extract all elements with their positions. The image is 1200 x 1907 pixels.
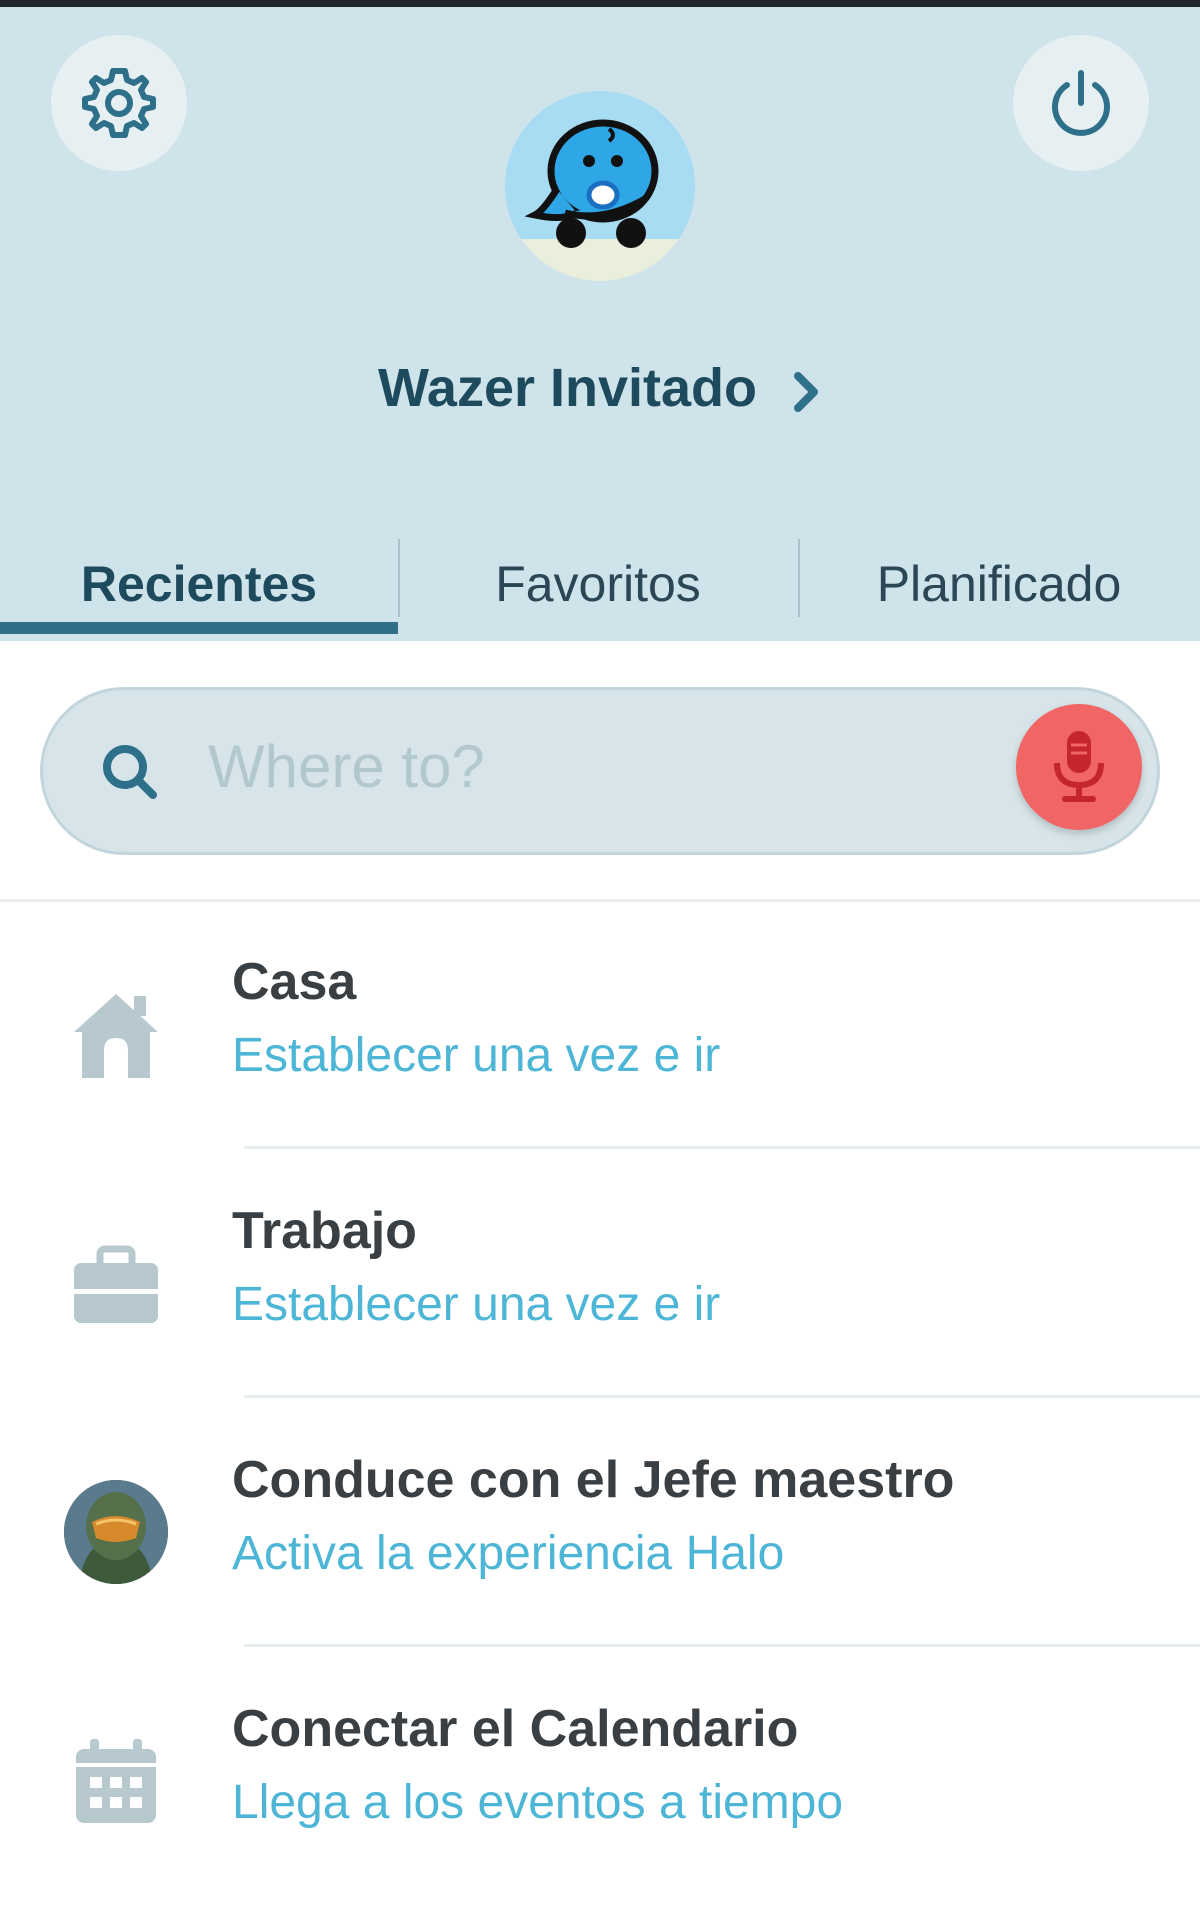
search-input[interactable]: Where to?	[40, 687, 1160, 855]
item-subtitle: Activa la experiencia Halo	[232, 1527, 785, 1580]
settings-button[interactable]	[51, 35, 187, 171]
item-title: Trabajo	[232, 1202, 417, 1260]
active-tab-indicator	[0, 622, 398, 634]
list-item-halo[interactable]: Conduce con el Jefe maestro Activa la ex…	[0, 1398, 1200, 1648]
item-title: Conduce con el Jefe maestro	[232, 1451, 955, 1509]
item-icon-wrap	[64, 1231, 168, 1335]
item-subtitle: Establecer una vez e ir	[232, 1278, 721, 1331]
tab-planificado[interactable]: Planificado	[798, 527, 1200, 641]
item-title: Casa	[232, 953, 357, 1011]
briefcase-icon	[74, 1245, 158, 1323]
search-placeholder: Where to?	[208, 733, 485, 800]
search-icon	[103, 745, 157, 799]
item-subtitle: Establecer una vez e ir	[232, 1029, 721, 1082]
home-icon	[74, 994, 158, 1078]
profile-name: Wazer Invitado	[377, 358, 758, 418]
status-bar	[0, 0, 1200, 7]
halo-avatar	[64, 1480, 168, 1584]
tab-favoritos[interactable]: Favoritos	[398, 527, 798, 641]
item-icon-wrap	[64, 982, 168, 1086]
power-button[interactable]	[1013, 35, 1149, 171]
item-icon-wrap	[64, 1480, 168, 1584]
gear-icon	[82, 68, 156, 138]
profile-header: Wazer Invitado Recientes Favoritos Plani…	[0, 7, 1200, 641]
power-icon	[1052, 70, 1110, 136]
voice-search-button[interactable]	[1016, 704, 1142, 830]
item-icon-wrap	[64, 1729, 168, 1833]
list-item-calendario[interactable]: Conectar el Calendario Llega a los event…	[0, 1647, 1200, 1897]
master-chief-icon	[64, 1480, 168, 1584]
chevron-right-icon	[794, 371, 819, 412]
item-subtitle: Llega a los eventos a tiempo	[232, 1776, 844, 1829]
profile-name-link[interactable]: Wazer Invitado	[0, 357, 1200, 419]
list-item-trabajo[interactable]: Trabajo Establecer una vez e ir	[0, 1149, 1200, 1399]
item-title: Conectar el Calendario	[232, 1700, 799, 1758]
calendar-icon	[76, 1739, 156, 1823]
microphone-icon	[1054, 731, 1104, 802]
list-item-casa[interactable]: Casa Establecer una vez e ir	[0, 900, 1200, 1150]
avatar[interactable]	[505, 91, 695, 281]
waze-baby-icon	[524, 119, 659, 248]
